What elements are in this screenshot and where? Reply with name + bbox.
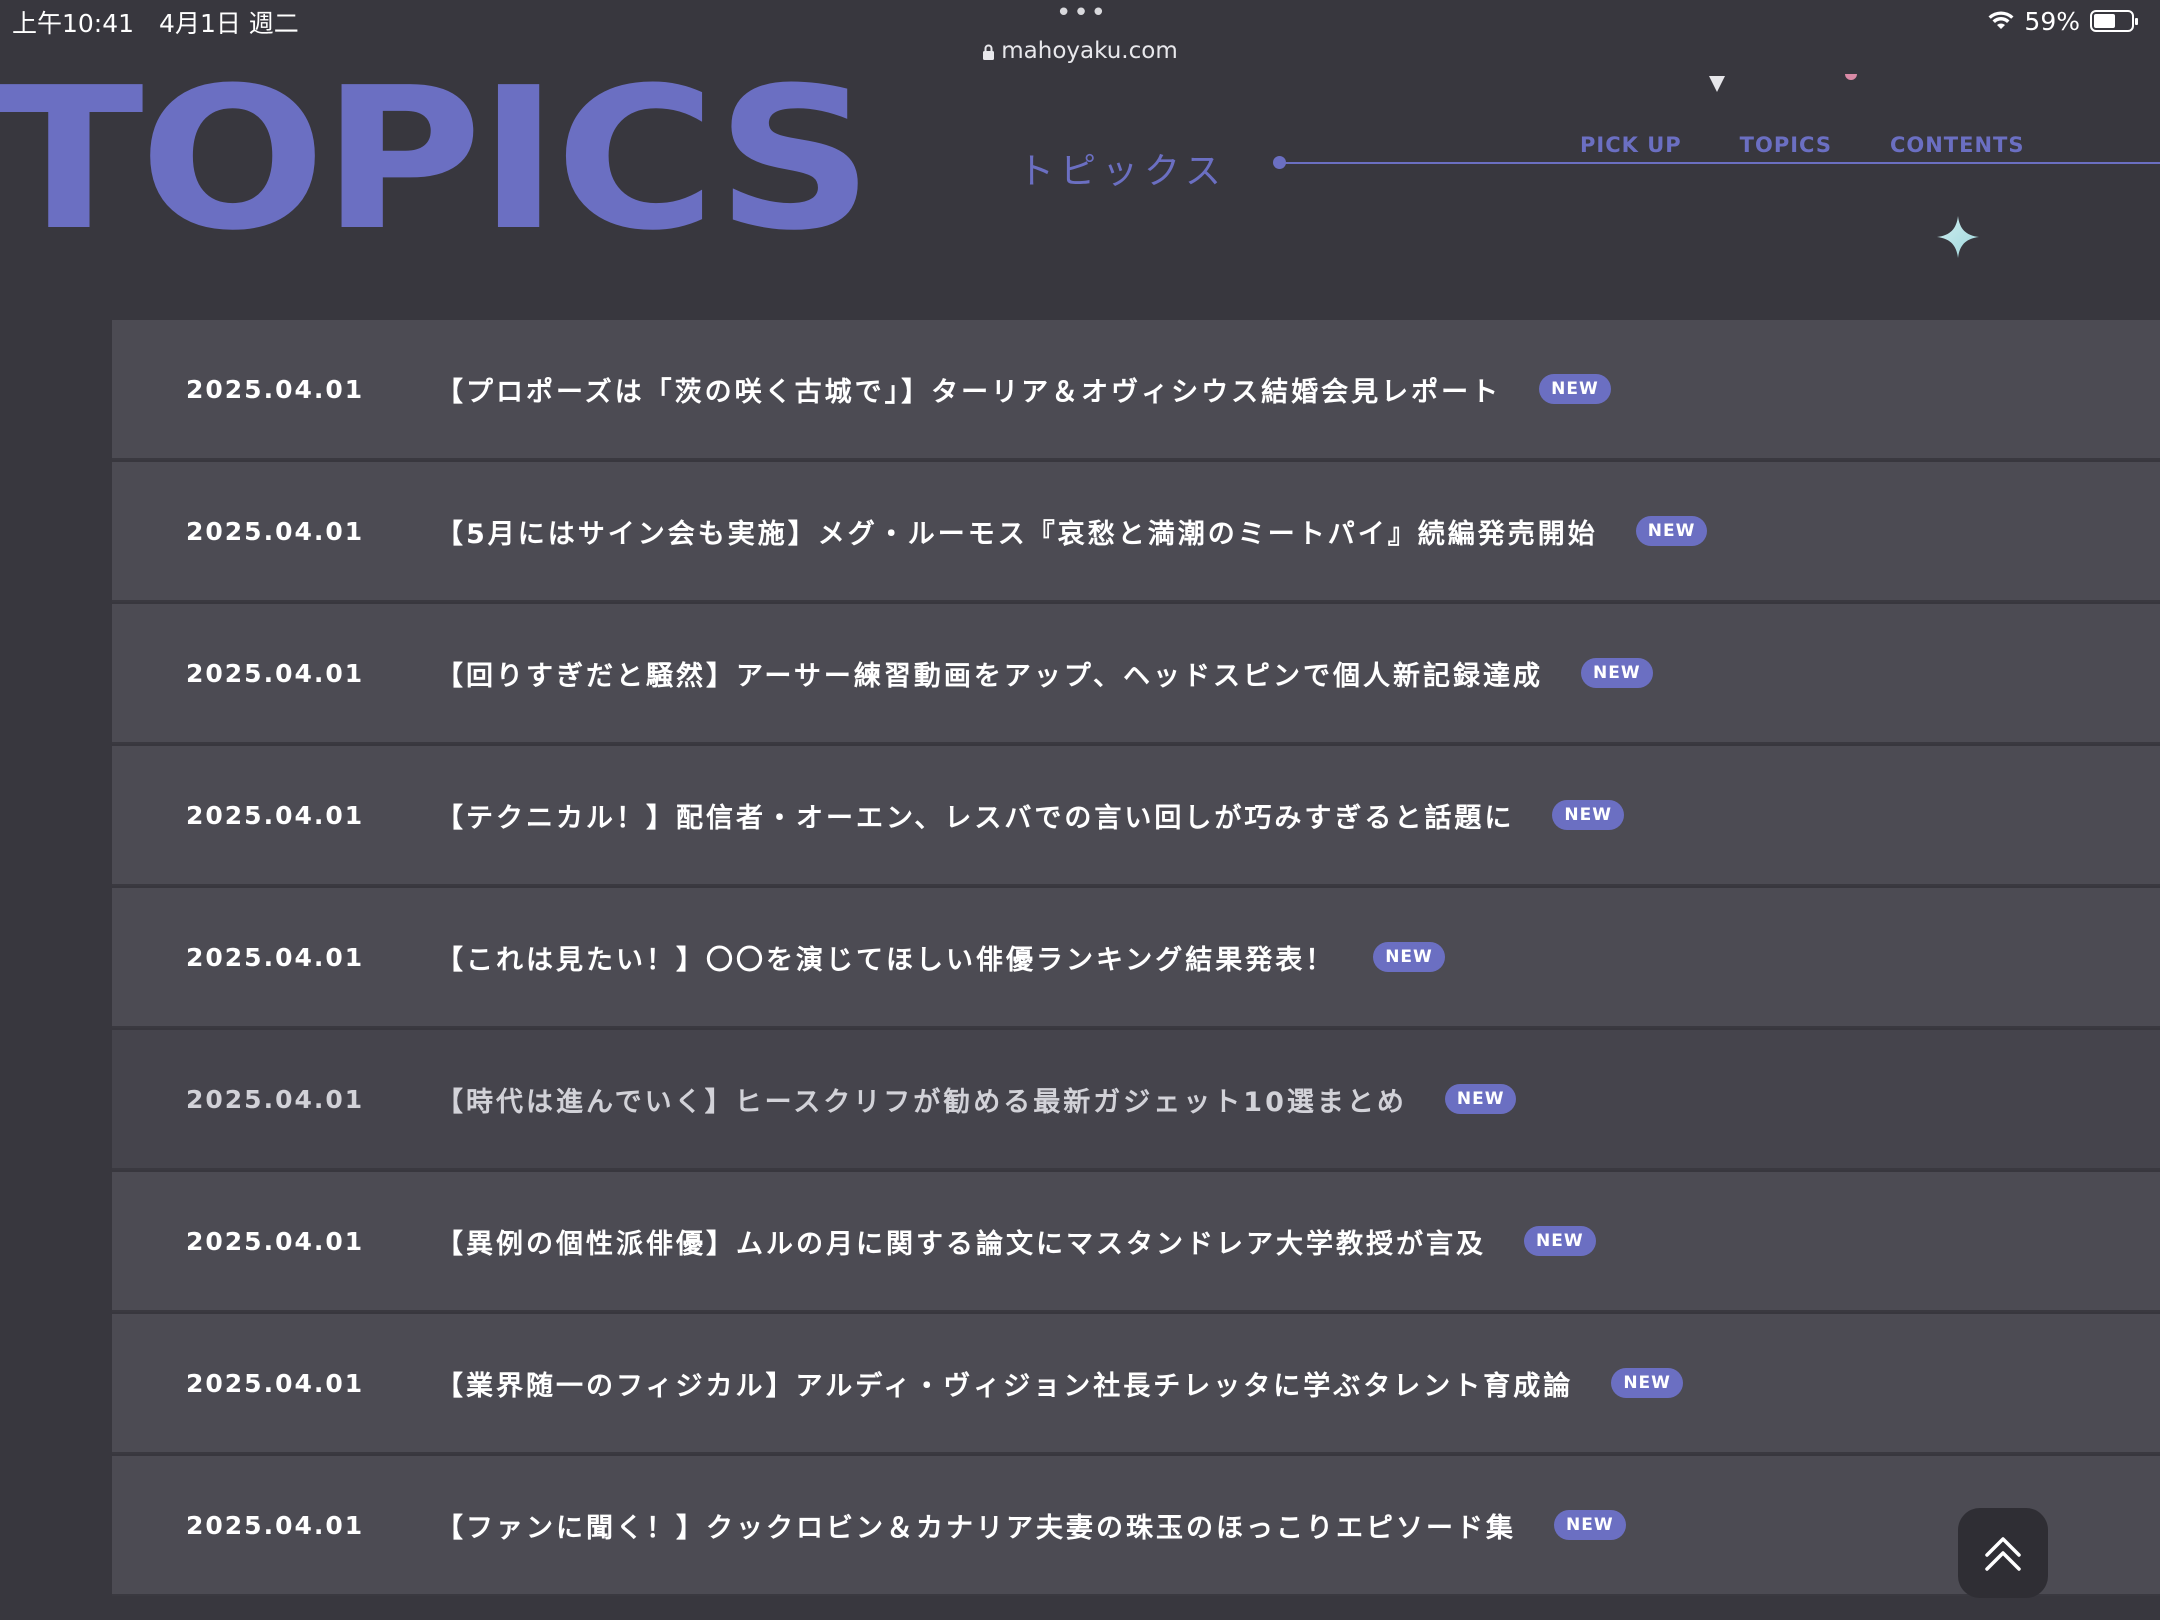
topic-title[interactable]: 【異例の個性派俳優】ムルの月に関する論文にマスタンドレア大学教授が言及 <box>436 1222 1486 1261</box>
new-badge: NEW <box>1373 942 1445 972</box>
battery-level <box>2094 14 2116 28</box>
nav-pick-up[interactable]: PICK UP <box>1580 133 1682 157</box>
page-title: TOPICS <box>0 46 874 274</box>
topic-title[interactable]: 【時代は進んでいく】ヒースクリフが勧める最新ガジェット10選まとめ <box>436 1080 1407 1119</box>
topic-row[interactable]: 2025.04.01 【これは見たい！】〇〇を演じてほしい俳優ランキング結果発表… <box>112 888 2160 1026</box>
topic-date: 2025.04.01 <box>186 1084 365 1114</box>
topic-row[interactable]: 2025.04.01 【プロポーズは「茨の咲く古城で」】ターリア＆オヴィシウス結… <box>112 320 2160 458</box>
battery-percent: 59% <box>2024 6 2080 36</box>
back-to-top-button[interactable] <box>1958 1508 2048 1598</box>
status-bar: 上午10:41 4月1日 週二 ••• 59% <box>0 0 2160 42</box>
topic-title[interactable]: 【5月にはサイン会も実施】メグ・ルーモス『哀愁と満潮のミートパイ』続編発売開始 <box>436 512 1598 551</box>
topic-row[interactable]: 2025.04.01 【時代は進んでいく】ヒースクリフが勧める最新ガジェット10… <box>112 1030 2160 1168</box>
new-badge: NEW <box>1539 374 1611 404</box>
double-chevron-up-icon <box>1985 1537 2021 1571</box>
topic-title[interactable]: 【プロポーズは「茨の咲く古城で」】ターリア＆オヴィシウス結婚会見レポート <box>436 370 1501 409</box>
topic-date: 2025.04.01 <box>186 942 365 972</box>
lock-icon <box>983 44 995 60</box>
topic-date: 2025.04.01 <box>186 374 365 404</box>
wifi-icon <box>1988 11 2014 29</box>
new-badge: NEW <box>1524 1226 1596 1256</box>
new-badge: NEW <box>1552 800 1624 830</box>
topic-row[interactable]: 2025.04.01 【ファンに聞く！】クックロビン＆カナリア夫妻の珠玉のほっこ… <box>112 1456 2160 1594</box>
page-subtitle: トピックス <box>1018 151 1227 192</box>
topic-title[interactable]: 【回りすぎだと騒然】アーサー練習動画をアップ、ヘッドスピンで個人新記録達成 <box>436 654 1543 693</box>
battery-icon <box>2090 10 2138 32</box>
new-badge: NEW <box>1444 1084 1517 1114</box>
sparkle-icon <box>1937 216 1979 258</box>
topic-title[interactable]: 【これは見たい！】〇〇を演じてほしい俳優ランキング結果発表！ <box>436 938 1335 977</box>
topic-date: 2025.04.01 <box>186 1510 365 1540</box>
topic-title[interactable]: 【業界随一のフィジカル】アルディ・ヴィジョン社長チレッタに学ぶタレント育成論 <box>436 1364 1573 1403</box>
new-badge: NEW <box>1635 516 1708 546</box>
topic-date: 2025.04.01 <box>186 800 365 830</box>
header-divider <box>1280 162 2160 164</box>
topic-date: 2025.04.01 <box>186 1368 365 1398</box>
topic-row[interactable]: 2025.04.01 【異例の個性派俳優】ムルの月に関する論文にマスタンドレア大… <box>112 1172 2160 1310</box>
topic-date: 2025.04.01 <box>186 1226 365 1256</box>
status-indicators: 59% <box>1988 4 2138 38</box>
new-badge: NEW <box>1581 658 1653 688</box>
topic-title[interactable]: 【ファンに聞く！】クックロビン＆カナリア夫妻の珠玉のほっこりエピソード集 <box>436 1506 1516 1545</box>
topic-row[interactable]: 2025.04.01 【業界随一のフィジカル】アルディ・ヴィジョン社長チレッタに… <box>112 1314 2160 1452</box>
new-badge: NEW <box>1611 1368 1683 1398</box>
nav-topics[interactable]: TOPICS <box>1740 133 1832 157</box>
top-nav: PICK UP TOPICS CONTENTS <box>1580 133 2025 157</box>
status-time: 上午10:41 4月1日 週二 <box>12 9 299 38</box>
url-domain: mahoyaku.com <box>1001 38 1178 64</box>
triangle-decoration <box>1709 76 1725 92</box>
topic-date: 2025.04.01 <box>186 516 365 546</box>
topic-row[interactable]: 2025.04.01 【テクニカル！】配信者・オーエン、レスバでの言い回しが巧み… <box>112 746 2160 884</box>
topic-date: 2025.04.01 <box>186 658 365 688</box>
nav-contents[interactable]: CONTENTS <box>1890 133 2025 157</box>
new-badge: NEW <box>1554 1510 1626 1540</box>
topics-list: 2025.04.01 【プロポーズは「茨の咲く古城で」】ターリア＆オヴィシウス結… <box>112 320 2160 1598</box>
topic-title[interactable]: 【テクニカル！】配信者・オーエン、レスバでの言い回しが巧みすぎると話題に <box>436 796 1514 835</box>
dot-decoration <box>1845 74 1857 80</box>
multitask-dots-icon[interactable]: ••• <box>1056 0 1108 28</box>
topic-row[interactable]: 2025.04.01 【5月にはサイン会も実施】メグ・ルーモス『哀愁と満潮のミー… <box>112 462 2160 600</box>
topic-row[interactable]: 2025.04.01 【回りすぎだと騒然】アーサー練習動画をアップ、ヘッドスピン… <box>112 604 2160 742</box>
